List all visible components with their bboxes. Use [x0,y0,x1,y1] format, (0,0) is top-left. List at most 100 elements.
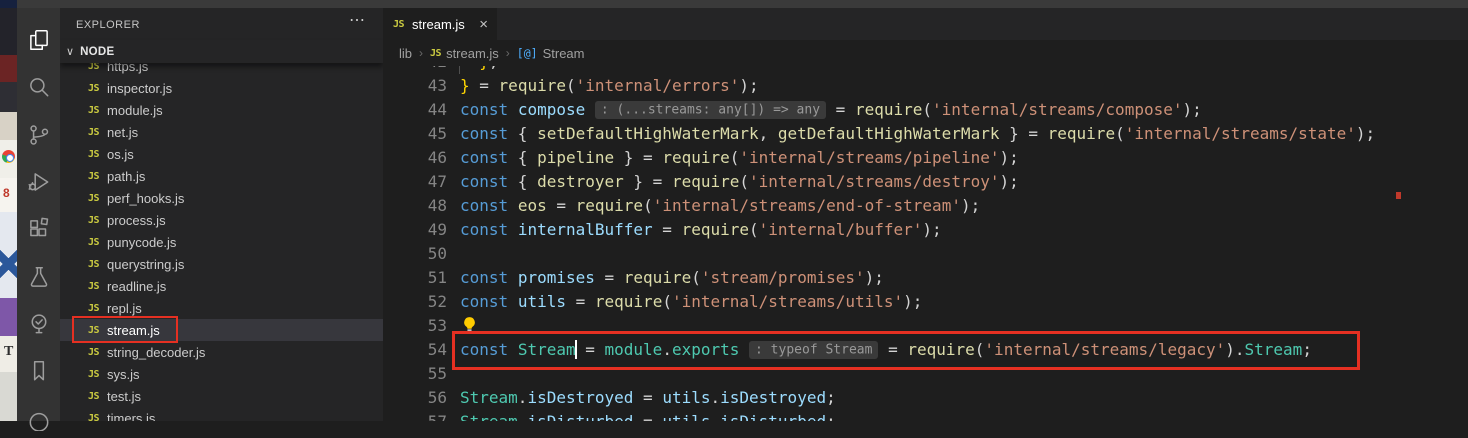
file-row-inspector-js[interactable]: JSinspector.js [60,77,383,99]
breadcrumb-item-stream-js[interactable]: JS stream.js [430,46,499,61]
code-line-42[interactable]: 42 }, [383,66,1468,74]
breadcrumb-label: lib [399,46,412,61]
editor-group: JS stream.js × lib›JSstream.js›[@]Stream… [383,8,1468,421]
code-text: const compose : (...streams: any[]) => a… [460,98,1202,122]
code-line-57[interactable]: 57 Stream.isDisturbed = utils.isDisturbed… [383,410,1468,421]
desktop-glyph: 8 [3,186,10,200]
line-number: 43 [383,74,447,98]
inlay-type-hint: : (...streams: any[]) => any [595,101,826,119]
code-text: }, [460,66,499,74]
code-editor[interactable]: 42 },43 } = require('internal/errors');44… [383,66,1468,421]
file-label: perf_hooks.js [107,191,184,206]
code-text: } = require('internal/errors'); [460,74,759,98]
file-row-test-js[interactable]: JStest.js [60,385,383,407]
code-line-50[interactable]: 50 [383,242,1468,266]
line-number: 45 [383,122,447,146]
line-number: 47 [383,170,447,194]
desktop-glyph: T [4,344,13,360]
js-file-icon: JS [88,259,99,270]
breadcrumb-item-lib[interactable]: lib [399,46,412,61]
code-text: Stream.isDestroyed = utils.isDestroyed; [460,386,836,410]
file-label: readline.js [107,279,166,294]
file-label: string_decoder.js [107,345,205,360]
run-and-debug-icon[interactable] [17,162,60,202]
explorer-title: EXPLORER [76,19,140,31]
file-row-os-js[interactable]: JSos.js [60,143,383,165]
file-row-querystring-js[interactable]: JSquerystring.js [60,253,383,275]
explorer-more-actions-icon[interactable]: ⋯ [349,10,365,30]
code-text: const eos = require('internal/streams/en… [460,194,980,218]
code-line-53[interactable]: 53 [383,314,1468,338]
breadcrumb-item-Stream[interactable]: [@] Stream [517,46,585,61]
file-row-punycode-js[interactable]: JS punycode.js [60,231,383,253]
file-label: punycode.js [107,235,176,250]
code-line-49[interactable]: 49const internalBuffer = require('intern… [383,218,1468,242]
extensions-icon[interactable] [17,209,60,249]
todo-tree-icon[interactable] [17,304,60,344]
lightbulb-icon[interactable] [461,316,478,334]
file-label: net.js [107,125,138,140]
file-row-path-js[interactable]: JSpath.js [60,165,383,187]
js-file-icon: JS [430,48,441,59]
code-text: Stream.isDisturbed = utils.isDisturbed; [460,410,836,421]
file-label: inspector.js [107,81,172,96]
code-text: const { setDefaultHighWaterMark, getDefa… [460,122,1375,146]
breadcrumb-label: Stream [543,46,585,61]
line-number: 56 [383,386,447,410]
explorer-icon[interactable] [17,20,60,60]
chrome-icon [2,150,15,163]
tab-close-icon[interactable]: × [479,16,488,33]
code-text: const promises = require('stream/promise… [460,266,884,290]
file-row-process-js[interactable]: JSprocess.js [60,209,383,231]
js-file-icon: JS [88,105,99,116]
file-label: timers.js [107,411,155,422]
code-line-43[interactable]: 43 } = require('internal/errors'); [383,74,1468,98]
source-control-icon[interactable] [17,115,60,155]
file-row-sys-js[interactable]: JSsys.js [60,363,383,385]
file-row-stream-js[interactable]: JSstream.js [60,319,383,341]
code-line-54[interactable]: 54const Stream = module.exports : typeof… [383,338,1468,362]
code-line-52[interactable]: 52const utils = require('internal/stream… [383,290,1468,314]
file-label: stream.js [107,323,160,338]
file-row-perf_hooks-js[interactable]: JSperf_hooks.js [60,187,383,209]
code-line-46[interactable]: 46const { pipeline } = require('internal… [383,146,1468,170]
js-file-icon: JS [88,237,99,248]
code-line-48[interactable]: 48 const eos = require('internal/streams/… [383,194,1468,218]
file-row-net-js[interactable]: JSnet.js [60,121,383,143]
bottom-circle-icon[interactable] [17,398,60,438]
js-file-icon: JS [88,171,99,182]
file-row-repl-js[interactable]: JSrepl.js [60,297,383,319]
folder-section-label: NODE [80,46,114,58]
file-label: os.js [107,147,134,162]
breadcrumb-label: stream.js [446,46,499,61]
symbol-class-icon: [@] [517,46,538,60]
desktop-x-logo [0,238,17,290]
code-line-51[interactable]: 51const promises = require('stream/promi… [383,266,1468,290]
chevron-down-icon: ∨ [66,45,74,58]
search-icon[interactable] [17,67,60,107]
code-line-44[interactable]: 44const compose : (...streams: any[]) =>… [383,98,1468,122]
file-row-readline-js[interactable]: JSreadline.js [60,275,383,297]
folder-section-node[interactable]: ∨ NODE [60,40,383,63]
code-text: const Stream = module.exports : typeof S… [460,338,1312,362]
line-number: 48 [383,194,447,218]
explorer-sidebar: EXPLORER ⋯ JShttps.jsJSinspector.jsJSmod… [60,8,383,421]
code-line-45[interactable]: 45 const { setDefaultHighWaterMark, getDe… [383,122,1468,146]
desktop-background-sliver: 8 T [0,0,17,421]
code-text: const utils = require('internal/streams/… [460,290,922,314]
bookmarks-icon[interactable] [17,351,60,391]
file-row-string_decoder-js[interactable]: JSstring_decoder.js [60,341,383,363]
tab-stream-js[interactable]: JS stream.js × [383,8,497,40]
js-file-icon: JS [88,215,99,226]
code-line-56[interactable]: 56 Stream.isDestroyed = utils.isDestroyed… [383,386,1468,410]
line-number: 49 [383,218,447,242]
testing-icon[interactable] [17,257,60,297]
file-row-timers-js[interactable]: JStimers.js [60,407,383,421]
line-number: 57 [383,410,447,421]
code-line-47[interactable]: 47const { destroyer } = require('interna… [383,170,1468,194]
file-row-module-js[interactable]: JSmodule.js [60,99,383,121]
breadcrumb: lib›JSstream.js›[@]Stream [383,40,1468,66]
breadcrumb-separator: › [419,46,423,60]
code-line-55[interactable]: 55 [383,362,1468,386]
activity-bar [17,8,60,421]
